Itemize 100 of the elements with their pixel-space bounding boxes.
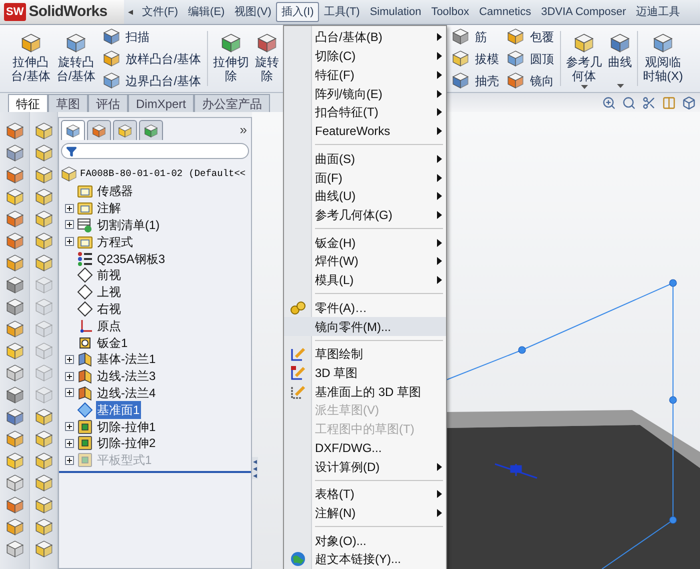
bent-sheet-icon: [77, 384, 93, 401]
menu-item[interactable]: 钣金(H): [284, 233, 446, 252]
menu-item[interactable]: 切除(C): [284, 46, 446, 66]
plane-outline[interactable]: [446, 279, 677, 569]
ribbon-button[interactable]: 包覆: [507, 26, 554, 47]
tree-root-label[interactable]: FA008B-80-01-01-02: [80, 166, 183, 182]
tree-item[interactable]: 基体-法兰1: [96, 350, 157, 368]
expand-icon[interactable]: [65, 422, 74, 432]
cube-icon: [6, 144, 24, 162]
ribbon-button[interactable]: 参考几 何体: [563, 25, 605, 92]
overflow-chevron[interactable]: »: [240, 120, 247, 140]
menu-item[interactable]: 3D 草图: [284, 364, 446, 382]
menu-item[interactable]: 设计算例(D): [284, 457, 446, 476]
tree-item[interactable]: 边线-法兰4: [96, 384, 157, 402]
ribbon-button[interactable]: 观阅临 时轴(X): [640, 25, 686, 92]
menu-item[interactable]: 注解(N): [284, 504, 446, 522]
menu-bar-item[interactable]: Simulation: [364, 2, 426, 22]
ribbon-button[interactable]: 筋: [452, 26, 499, 47]
command-tab[interactable]: DimXpert: [128, 94, 194, 112]
bent-sheet-icon: [77, 351, 93, 368]
menu-item[interactable]: 对象(O)...: [284, 531, 446, 550]
tree-item[interactable]: 方程式: [96, 232, 134, 251]
expand-icon[interactable]: [65, 354, 74, 364]
command-tab[interactable]: 特征: [8, 94, 48, 112]
tree-item[interactable]: 边线-法兰3: [96, 367, 157, 386]
expand-icon[interactable]: [65, 220, 74, 230]
menu-item[interactable]: 焊件(W): [284, 252, 446, 271]
tree-item[interactable]: 注解: [96, 199, 122, 218]
tree-item[interactable]: 原点: [96, 316, 122, 335]
ribbon-button[interactable]: 曲线: [605, 25, 635, 92]
expand-icon[interactable]: [65, 388, 74, 398]
section-view-icon[interactable]: [662, 96, 676, 110]
menu-bar-item[interactable]: 文件(F): [137, 2, 184, 22]
pencil-icon: [290, 346, 306, 362]
menu-item[interactable]: FeatureWorks: [284, 122, 446, 140]
menu-bar-item[interactable]: 视图(V): [230, 2, 276, 22]
menu-item[interactable]: 草图绘制: [284, 344, 446, 364]
tree-item[interactable]: 上视: [96, 283, 122, 302]
ribbon-button[interactable]: 拔模: [452, 48, 499, 69]
tree-item[interactable]: Q235A钢板3: [96, 250, 166, 268]
cube-icon[interactable]: [682, 96, 696, 110]
tree-item[interactable]: 切割清单(1): [96, 216, 161, 234]
ribbon-button[interactable]: 抽壳: [452, 70, 499, 91]
expand-icon[interactable]: [65, 237, 74, 246]
ribbon-button[interactable]: 拉伸切 除: [210, 25, 252, 92]
panel-tab[interactable]: [113, 120, 137, 140]
tree-item[interactable]: 切除-拉伸1: [96, 418, 157, 436]
tree-item[interactable]: 切除-拉伸2: [96, 434, 157, 452]
menu-item[interactable]: 特征(F): [284, 66, 446, 84]
tree-item[interactable]: 前视: [96, 266, 122, 284]
menu-item[interactable]: 模具(L): [284, 270, 446, 290]
menu-item[interactable]: 表格(T): [284, 484, 446, 504]
expand-icon[interactable]: [65, 372, 74, 381]
menu-item[interactable]: 基准面上的 3D 草图: [284, 382, 446, 402]
menu-item[interactable]: 阵列/镜向(E): [284, 84, 446, 103]
ribbon-button[interactable]: 放样凸台/基体: [102, 48, 202, 69]
tree-item[interactable]: 右视: [96, 300, 122, 318]
part-icon: [61, 166, 77, 182]
scissors-icon[interactable]: [642, 96, 656, 110]
ribbon-button[interactable]: 镜向: [507, 70, 554, 91]
collapse-arrow[interactable]: ◂: [124, 4, 137, 20]
menu-item[interactable]: DXF/DWG...: [284, 438, 446, 458]
menu-bar-item[interactable]: 插入(I): [276, 2, 319, 22]
menu-bar-item[interactable]: Toolbox: [426, 2, 474, 22]
expand-icon[interactable]: [65, 204, 74, 213]
menu-item[interactable]: 扣合特征(T): [284, 103, 446, 122]
ribbon-button[interactable]: 扫描: [102, 26, 202, 47]
menu-item[interactable]: 镜向零件(M)...: [284, 317, 446, 336]
menu-item[interactable]: 零件(A)…: [284, 298, 446, 318]
menu-item[interactable]: 参考几何体(G): [284, 206, 446, 224]
menu-bar-item[interactable]: 迈迪工具: [631, 2, 686, 22]
menu-item[interactable]: 曲线(U): [284, 186, 446, 206]
expand-icon[interactable]: [65, 438, 74, 448]
tree-item[interactable]: 钣金1: [96, 334, 129, 352]
panel-tab[interactable]: [87, 120, 111, 140]
command-tab[interactable]: 办公室产品: [194, 94, 270, 112]
search-icon[interactable]: [622, 96, 636, 110]
command-tab[interactable]: 草图: [48, 94, 88, 112]
menu-bar-item[interactable]: Camnetics: [474, 2, 536, 22]
tree-item[interactable]: 基准面1: [96, 400, 141, 419]
menu-item[interactable]: 凸台/基体(B): [284, 28, 446, 47]
collapse-handle-icon[interactable]: [252, 457, 258, 479]
menu-bar-item[interactable]: 编辑(E): [183, 2, 230, 22]
ribbon-button[interactable]: 圆顶: [507, 48, 554, 69]
command-tab[interactable]: 评估: [88, 94, 128, 112]
menu-bar-item[interactable]: 3DVIA Composer: [536, 2, 632, 22]
panel-tab[interactable]: [139, 120, 163, 140]
box-icon: [77, 452, 93, 468]
ribbon-button[interactable]: 旋转凸 台/基体: [53, 25, 99, 92]
filter-field[interactable]: [61, 143, 249, 159]
ribbon-button[interactable]: 旋转 除: [252, 25, 282, 92]
menu-bar-item[interactable]: 工具(T): [318, 2, 365, 22]
ribbon-button[interactable]: 边界凸台/基体: [102, 70, 202, 91]
menu-item[interactable]: 曲面(S): [284, 149, 446, 168]
menu-item[interactable]: 面(F): [284, 168, 446, 187]
menu-item[interactable]: 超文本链接(Y)...: [284, 550, 446, 569]
zoom-icon[interactable]: [602, 96, 616, 110]
tree-item[interactable]: 传感器: [96, 182, 134, 200]
panel-tab[interactable]: [61, 120, 85, 140]
ribbon-button[interactable]: 拉伸凸 台/基体: [8, 25, 54, 92]
